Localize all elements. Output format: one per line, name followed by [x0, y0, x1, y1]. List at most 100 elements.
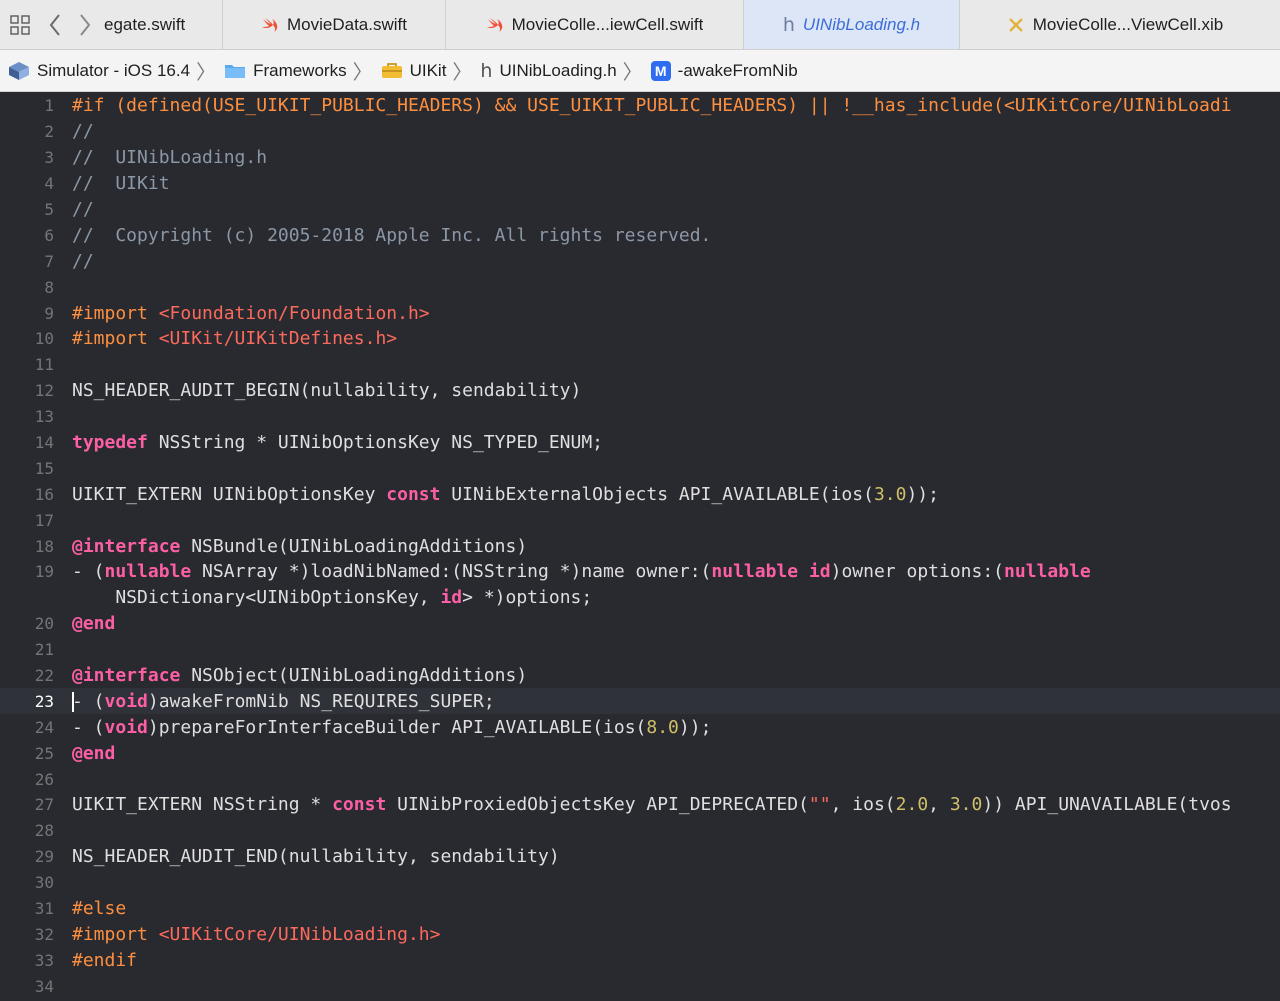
line-number[interactable]: 6 [0, 226, 60, 245]
code-line[interactable]: 26 [0, 766, 1280, 792]
line-number[interactable]: 27 [0, 795, 60, 814]
line-number[interactable]: 28 [0, 821, 60, 840]
line-number[interactable]: 1 [0, 96, 60, 115]
line-number[interactable]: 18 [0, 537, 60, 556]
code-line[interactable]: 5 // [0, 197, 1280, 223]
source-editor[interactable]: 1 #if (defined(USE_UIKIT_PUBLIC_HEADERS) … [0, 93, 1280, 1001]
line-number[interactable]: 33 [0, 951, 60, 970]
line-number[interactable]: 7 [0, 252, 60, 271]
code-line[interactable]: NSDictionary<UINibOptionsKey, id> *)opti… [0, 585, 1280, 611]
code-line[interactable]: 14 typedef NSString * UINibOptionsKey NS_… [0, 430, 1280, 456]
code-line[interactable]: 24- (void)prepareForInterfaceBuilder API… [0, 714, 1280, 740]
line-number[interactable]: 13 [0, 407, 60, 426]
code-line[interactable]: 4 // UIKit [0, 171, 1280, 197]
code-token: #import [72, 302, 159, 324]
code-line[interactable]: 18 @interface NSBundle(UINibLoadingAdditi… [0, 533, 1280, 559]
code-token: nullable [104, 561, 192, 583]
line-number[interactable]: 14 [0, 433, 60, 452]
line-number[interactable]: 15 [0, 459, 60, 478]
code-line[interactable]: 17 [0, 507, 1280, 533]
line-number[interactable]: 32 [0, 925, 60, 944]
code-line[interactable]: 22 @interface NSObject(UINibLoadingAdditi… [0, 663, 1280, 689]
breadcrumb-frameworks[interactable]: Frameworks [224, 61, 347, 81]
code-line[interactable]: 27 UIKIT_EXTERN NSString * const UINibPro… [0, 792, 1280, 818]
line-number[interactable]: 30 [0, 873, 60, 892]
code-text: // [60, 251, 94, 272]
line-number[interactable]: 20 [0, 614, 60, 633]
code-text: // [60, 121, 94, 142]
line-number[interactable]: 5 [0, 200, 60, 219]
line-number[interactable]: 31 [0, 899, 60, 918]
code-line[interactable]: 32 #import <UIKitCore/UINibLoading.h> [0, 922, 1280, 948]
code-text: // UIKit [60, 173, 170, 194]
line-number[interactable]: 21 [0, 640, 60, 659]
related-items-button[interactable] [0, 0, 40, 49]
line-number[interactable]: 22 [0, 666, 60, 685]
code-line[interactable]: 31 #else [0, 896, 1280, 922]
breadcrumb-uikit[interactable]: UIKit [381, 61, 446, 81]
code-token: , [928, 794, 950, 816]
code-line[interactable]: 3 // UINibLoading.h [0, 145, 1280, 171]
code-line[interactable]: 29 NS_HEADER_AUDIT_END(nullability, senda… [0, 844, 1280, 870]
tab-uinibloading-h[interactable]: h UINibLoading.h [743, 0, 959, 49]
line-number[interactable]: 29 [0, 847, 60, 866]
line-number[interactable]: 9 [0, 304, 60, 323]
code-token: <Foundation/Foundation.h> [158, 302, 430, 324]
line-number[interactable]: 24 [0, 718, 60, 737]
code-line[interactable]: 20 @end [0, 611, 1280, 637]
line-number[interactable]: 12 [0, 381, 60, 400]
code-text: @end [60, 743, 115, 764]
code-line[interactable]: 19- (nullable NSArray *)loadNibNamed:(NS… [0, 559, 1280, 585]
code-token: , ios( [830, 794, 896, 816]
tab-movie-collection-view-cell-xib[interactable]: MovieColle...ViewCell.xib [959, 0, 1270, 49]
forward-button[interactable] [70, 0, 100, 49]
code-line[interactable]: 25 @end [0, 740, 1280, 766]
line-number[interactable]: 34 [0, 977, 60, 996]
code-line[interactable]: 16 UIKIT_EXTERN UINibOptionsKey const UIN… [0, 481, 1280, 507]
code-token: > *)options; [462, 587, 593, 609]
line-number[interactable]: 23 [0, 692, 60, 711]
code-line[interactable]: 1 #if (defined(USE_UIKIT_PUBLIC_HEADERS) … [0, 93, 1280, 119]
tab-label: UINibLoading.h [802, 14, 921, 34]
code-line[interactable]: 6 // Copyright (c) 2005-2018 Apple Inc. A… [0, 222, 1280, 248]
code-line[interactable]: 13 [0, 404, 1280, 430]
code-token: // Copyright (c) 2005-2018 Apple Inc. Al… [72, 224, 712, 246]
line-number[interactable]: 16 [0, 485, 60, 504]
line-number[interactable]: 25 [0, 744, 60, 763]
chevron-right-icon: 〉 [452, 62, 473, 84]
code-line[interactable]: 15 [0, 455, 1280, 481]
line-number[interactable]: 19 [0, 562, 60, 581]
code-line[interactable]: 2 // [0, 119, 1280, 145]
code-line[interactable]: 12 NS_HEADER_AUDIT_BEGIN(nullability, sen… [0, 378, 1280, 404]
tab-movie-data[interactable]: MovieData.swift [222, 0, 445, 49]
code-line[interactable]: 7 // [0, 248, 1280, 274]
line-number[interactable]: 11 [0, 355, 60, 374]
code-line[interactable]: 10 #import <UIKit/UIKitDefines.h> [0, 326, 1280, 352]
tab-app-delegate[interactable]: egate.swift [100, 0, 222, 49]
tab-movie-collection-view-cell-swift[interactable]: MovieColle...iewCell.swift [445, 0, 743, 49]
simulator-icon [9, 61, 29, 80]
code-token: #import [72, 923, 159, 945]
line-number[interactable]: 8 [0, 278, 60, 297]
code-line[interactable]: 28 [0, 818, 1280, 844]
breadcrumb-file[interactable]: h UINibLoading.h [480, 60, 616, 82]
breadcrumb-simulator[interactable]: Simulator - iOS 16.4 [8, 61, 190, 81]
line-number[interactable]: 2 [0, 122, 60, 141]
code-line[interactable]: 8 [0, 274, 1280, 300]
breadcrumb-method[interactable]: M -awakeFromNib [650, 60, 798, 81]
code-token: @end [72, 742, 116, 764]
line-number[interactable]: 3 [0, 148, 60, 167]
line-number[interactable]: 4 [0, 174, 60, 193]
line-number[interactable]: 26 [0, 770, 60, 789]
code-line[interactable]: 11 [0, 352, 1280, 378]
code-line[interactable]: 30 [0, 870, 1280, 896]
code-line[interactable]: 34 [0, 973, 1280, 999]
back-button[interactable] [40, 0, 70, 49]
line-number[interactable]: 10 [0, 329, 60, 348]
code-line[interactable]: 23- (void)awakeFromNib NS_REQUIRES_SUPER… [0, 688, 1280, 715]
code-line[interactable]: 9 #import <Foundation/Foundation.h> [0, 300, 1280, 326]
line-number[interactable]: 17 [0, 511, 60, 530]
code-text: #import <UIKitCore/UINibLoading.h> [60, 924, 440, 945]
code-line[interactable]: 33 #endif [0, 947, 1280, 973]
code-line[interactable]: 21 [0, 637, 1280, 663]
